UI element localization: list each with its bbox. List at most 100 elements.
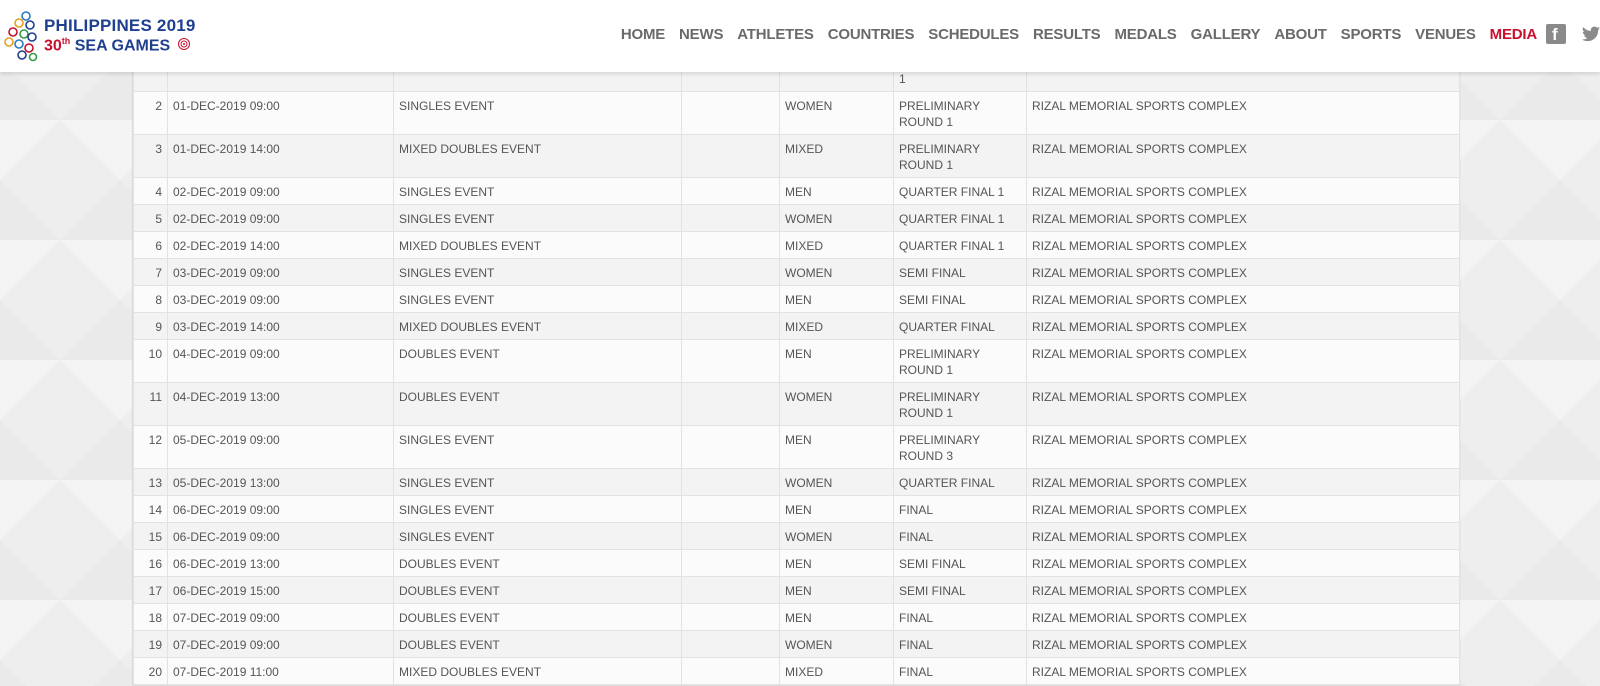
nav-sports[interactable]: SPORTS (1334, 26, 1408, 43)
extra-cell (681, 630, 780, 658)
venue-cell: RIZAL MEMORIAL SPORTS COMPLEX (1026, 258, 1460, 286)
gender-cell: WOMEN (779, 204, 894, 232)
gender-cell: MEN (779, 549, 894, 577)
nav-gallery[interactable]: GALLERY (1184, 26, 1268, 43)
event-cell: MIXED DOUBLES EVENT (393, 231, 682, 259)
extra-cell (681, 231, 780, 259)
event-cell: SINGLES EVENT (393, 495, 682, 523)
table-row: 8 03-DEC-2019 09:00 SINGLES EVENT MEN SEMI F… (133, 285, 1460, 313)
venue-cell: RIZAL MEMORIAL SPORTS COMPLEX (1026, 91, 1460, 135)
datetime-cell: 04-DEC-2019 13:00 (167, 382, 394, 426)
gender-cell: WOMEN (779, 468, 894, 496)
datetime-cell: 01-DEC-2019 09:00 (167, 91, 394, 135)
round-cell: QUARTER FINAL (893, 312, 1027, 340)
schedule-table-container: 1 2 01-DEC-2019 09:00 SINGLES EVENT WOMEN PR… (132, 59, 1460, 686)
site-header: PHILIPPINES 2019 30th SEA GAMES HOME NEWS… (0, 0, 1600, 72)
extra-cell (681, 576, 780, 604)
round-cell: QUARTER FINAL 1 (893, 177, 1027, 205)
nav-home[interactable]: HOME (614, 26, 672, 43)
logo-title: PHILIPPINES 2019 (44, 16, 196, 35)
event-cell: SINGLES EVENT (393, 425, 682, 469)
gender-cell: MEN (779, 177, 894, 205)
sea-games-rings-icon (4, 11, 38, 62)
row-number-cell: 3 (133, 134, 168, 178)
row-number-cell: 18 (133, 603, 168, 631)
sunburst-icon (177, 38, 190, 51)
venue-cell: RIZAL MEMORIAL SPORTS COMPLEX (1026, 425, 1460, 469)
table-row: 3 01-DEC-2019 14:00 MIXED DOUBLES EVENT MIX… (133, 134, 1460, 178)
nav-results[interactable]: RESULTS (1026, 26, 1108, 43)
nav-about[interactable]: ABOUT (1267, 26, 1333, 43)
table-row: 12 05-DEC-2019 09:00 SINGLES EVENT MEN PRELI… (133, 425, 1460, 469)
venue-cell: RIZAL MEMORIAL SPORTS COMPLEX (1026, 576, 1460, 604)
extra-cell (681, 657, 780, 685)
row-number-cell: 2 (133, 91, 168, 135)
event-cell: DOUBLES EVENT (393, 576, 682, 604)
round-cell: PRELIMINARY ROUND 1 (893, 134, 1027, 178)
round-cell: SEMI FINAL (893, 258, 1027, 286)
gender-cell: MEN (779, 425, 894, 469)
extra-cell (681, 258, 780, 286)
gender-cell: MIXED (779, 134, 894, 178)
venue-cell: RIZAL MEMORIAL SPORTS COMPLEX (1026, 657, 1460, 685)
extra-cell (681, 312, 780, 340)
nav-schedules[interactable]: SCHEDULES (921, 26, 1026, 43)
row-number-cell: 15 (133, 522, 168, 550)
extra-cell (681, 177, 780, 205)
event-cell: SINGLES EVENT (393, 177, 682, 205)
round-text: 1 (899, 72, 906, 86)
gender-cell: MEN (779, 339, 894, 383)
extra-cell (681, 549, 780, 577)
twitter-bird-icon (1582, 26, 1600, 42)
extra-cell (681, 285, 780, 313)
venue-cell: RIZAL MEMORIAL SPORTS COMPLEX (1026, 285, 1460, 313)
nav-athletes[interactable]: ATHLETES (730, 26, 820, 43)
event-cell: DOUBLES EVENT (393, 339, 682, 383)
datetime-cell: 07-DEC-2019 09:00 (167, 603, 394, 631)
datetime-cell: 04-DEC-2019 09:00 (167, 339, 394, 383)
event-cell: MIXED DOUBLES EVENT (393, 657, 682, 685)
table-row: 19 07-DEC-2019 09:00 DOUBLES EVENT WOMEN FIN… (133, 630, 1460, 658)
row-number-cell: 7 (133, 258, 168, 286)
event-cell: DOUBLES EVENT (393, 603, 682, 631)
round-cell: SEMI FINAL (893, 576, 1027, 604)
schedule-table: 1 2 01-DEC-2019 09:00 SINGLES EVENT WOMEN PR… (133, 60, 1460, 685)
event-cell: SINGLES EVENT (393, 258, 682, 286)
round-cell: PRELIMINARY ROUND 3 (893, 425, 1027, 469)
row-number-cell: 10 (133, 339, 168, 383)
row-number-cell: 20 (133, 657, 168, 685)
twitter-icon[interactable] (1582, 24, 1600, 44)
venue-cell: RIZAL MEMORIAL SPORTS COMPLEX (1026, 312, 1460, 340)
extra-cell (681, 468, 780, 496)
round-cell: FINAL (893, 522, 1027, 550)
datetime-cell: 02-DEC-2019 09:00 (167, 204, 394, 232)
extra-cell (681, 522, 780, 550)
round-cell: QUARTER FINAL 1 (893, 231, 1027, 259)
table-row: 9 03-DEC-2019 14:00 MIXED DOUBLES EVENT MIX… (133, 312, 1460, 340)
extra-cell (681, 495, 780, 523)
gender-cell: WOMEN (779, 91, 894, 135)
table-row: 5 02-DEC-2019 09:00 SINGLES EVENT WOMEN QUAR… (133, 204, 1460, 232)
datetime-cell: 06-DEC-2019 15:00 (167, 576, 394, 604)
row-number-cell: 14 (133, 495, 168, 523)
datetime-cell: 06-DEC-2019 09:00 (167, 522, 394, 550)
table-row: 16 06-DEC-2019 13:00 DOUBLES EVENT MEN SEMI … (133, 549, 1460, 577)
nav-countries[interactable]: COUNTRIES (821, 26, 922, 43)
round-cell: SEMI FINAL (893, 549, 1027, 577)
datetime-cell: 01-DEC-2019 14:00 (167, 134, 394, 178)
datetime-cell: 06-DEC-2019 13:00 (167, 549, 394, 577)
nav-media[interactable]: MEDIA (1483, 26, 1544, 43)
nav-venues[interactable]: VENUES (1408, 26, 1483, 43)
event-cell: DOUBLES EVENT (393, 630, 682, 658)
venue-cell: RIZAL MEMORIAL SPORTS COMPLEX (1026, 522, 1460, 550)
nav-medals[interactable]: MEDALS (1107, 26, 1183, 43)
datetime-cell: 02-DEC-2019 09:00 (167, 177, 394, 205)
datetime-cell: 05-DEC-2019 09:00 (167, 425, 394, 469)
sea-games-logo[interactable]: PHILIPPINES 2019 30th SEA GAMES (4, 10, 195, 62)
gender-cell: MEN (779, 495, 894, 523)
nav-news[interactable]: NEWS (672, 26, 730, 43)
row-number-cell: 4 (133, 177, 168, 205)
facebook-icon[interactable]: f (1546, 24, 1566, 44)
gender-cell: WOMEN (779, 522, 894, 550)
row-number-cell: 9 (133, 312, 168, 340)
